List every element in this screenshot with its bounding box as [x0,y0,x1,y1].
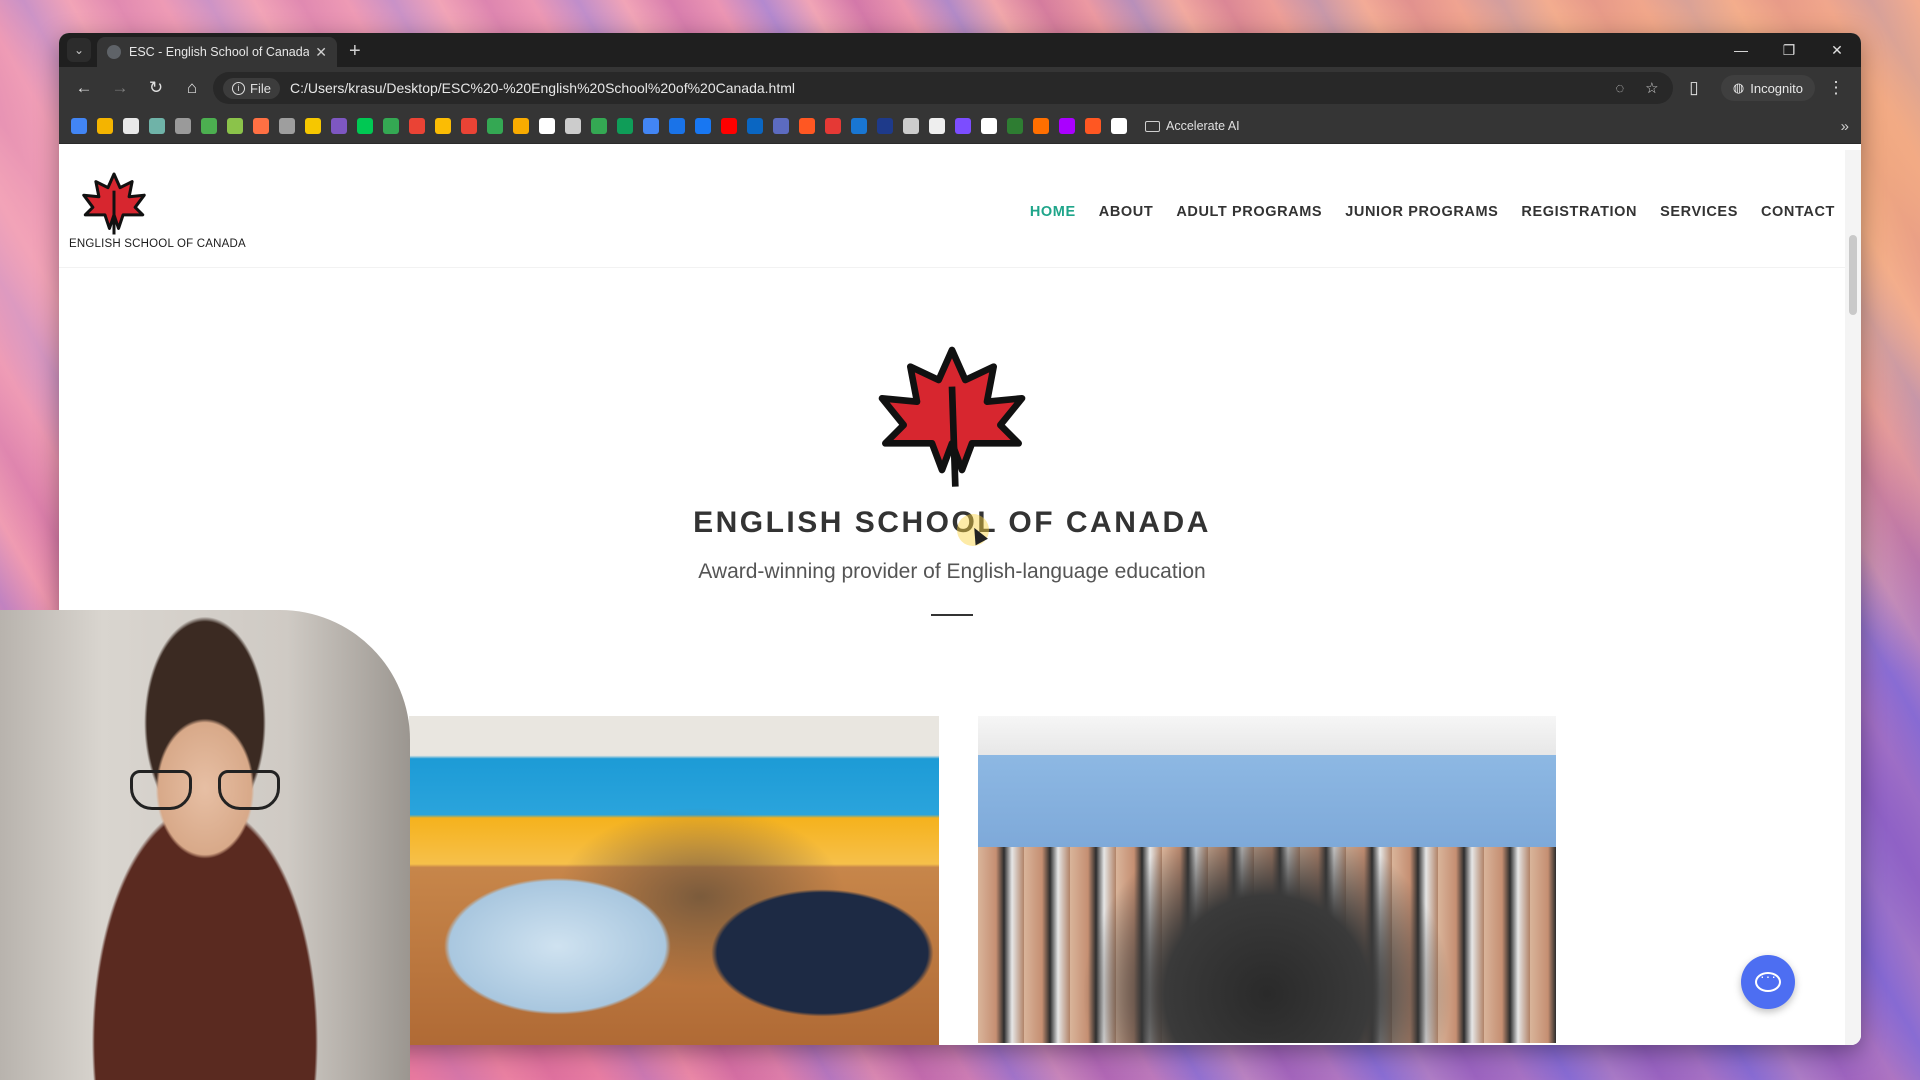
bookmark-icon-28[interactable] [773,118,789,134]
bookmark-icon-25[interactable] [695,118,711,134]
bookmark-icon-40[interactable] [1085,118,1101,134]
tab-search-button[interactable]: ⌄ [67,38,91,62]
chat-button[interactable] [1741,955,1795,1009]
bookmark-folder-label: Accelerate AI [1166,119,1240,133]
bookmark-icon-13[interactable] [383,118,399,134]
nav-about[interactable]: ABOUT [1099,204,1154,220]
bookmark-icon-17[interactable] [487,118,503,134]
file-label: File [250,80,271,96]
site-logo[interactable]: ENGLISH SCHOOL OF CANADA [69,168,246,250]
bookmark-icon-22[interactable] [617,118,633,134]
window-controls: — ❐ ✕ [1717,33,1861,67]
nav-junior-programs[interactable]: JUNIOR PROGRAMS [1345,204,1498,220]
group-photo [978,716,1556,1043]
hero-subtitle: Award-winning provider of English-langua… [698,560,1206,583]
bookmark-icon-6[interactable] [201,118,217,134]
bookmark-icon-26[interactable] [721,118,737,134]
bookmark-icon-24[interactable] [669,118,685,134]
bookmark-icon-20[interactable] [565,118,581,134]
bookmarks-overflow-icon[interactable]: » [1841,118,1849,135]
tab-strip: ⌄ ESC - English School of Canada ✕ + — ❐… [59,33,1861,67]
bookmark-icon-23[interactable] [643,118,659,134]
bookmark-folder-accelerate-ai[interactable]: Accelerate AI [1145,119,1240,133]
bookmark-icon-36[interactable] [981,118,997,134]
new-tab-button[interactable]: + [349,40,361,63]
bookmark-icon-8[interactable] [253,118,269,134]
bookmark-icon-1[interactable] [71,118,87,134]
close-tab-icon[interactable]: ✕ [315,44,327,61]
maple-leaf-hero-icon [878,346,1026,487]
nav-services[interactable]: SERVICES [1660,204,1738,220]
bookmark-icon-34[interactable] [929,118,945,134]
eye-slash-icon[interactable]: ◌ [1609,80,1631,97]
bookmark-icon-39[interactable] [1059,118,1075,134]
info-icon: i [232,81,245,95]
bookmark-icon-31[interactable] [851,118,867,134]
bookmark-icon-30[interactable] [825,118,841,134]
bookmark-icon-4[interactable] [149,118,165,134]
bookmark-icon-29[interactable] [799,118,815,134]
scrollbar-thumb[interactable] [1849,235,1857,315]
hero-section: ENGLISH SCHOOL OF CANADA Award-winning p… [59,340,1845,616]
page-scrollbar[interactable] [1845,150,1861,1045]
webcam-overlay [0,610,410,1080]
chat-bubble-icon [1755,968,1781,992]
bookmark-icon-37[interactable] [1007,118,1023,134]
bookmark-icon-9[interactable] [279,118,295,134]
nav-home[interactable]: HOME [1030,204,1076,220]
bookmark-icon-27[interactable] [747,118,763,134]
site-info-chip[interactable]: i File [223,77,280,99]
star-icon[interactable]: ☆ [1641,79,1663,97]
nav-adult-programs[interactable]: ADULT PROGRAMS [1176,204,1322,220]
bookmark-icon-5[interactable] [175,118,191,134]
bookmark-icon-3[interactable] [123,118,139,134]
bookmark-icon-16[interactable] [461,118,477,134]
bookmark-icon-11[interactable] [331,118,347,134]
bookmark-icon-32[interactable] [877,118,893,134]
minimize-button[interactable]: — [1717,33,1765,67]
nav-contact[interactable]: CONTACT [1761,204,1835,220]
main-navigation: HOME ABOUT ADULT PROGRAMS JUNIOR PROGRAM… [1030,204,1835,220]
bookmark-icon-12[interactable] [357,118,373,134]
globe-icon [107,45,121,59]
bookmark-icon-35[interactable] [955,118,971,134]
classroom-photo [409,716,939,1045]
bookmark-icon-7[interactable] [227,118,243,134]
browser-toolbar: ← → ↻ ⌂ i File C:/Users/krasu/Desktop/ES… [59,67,1861,109]
side-panel-icon[interactable]: ▯ [1679,73,1709,103]
folder-icon [1145,120,1160,132]
incognito-indicator[interactable]: ◍ Incognito [1720,75,1815,101]
bookmark-icon-18[interactable] [513,118,529,134]
hero-divider [931,614,973,616]
bookmark-icon-21[interactable] [591,118,607,134]
bookmarks-bar: Accelerate AI » [59,109,1861,144]
bookmark-icon-14[interactable] [409,118,425,134]
more-menu-icon[interactable]: ⋮ [1821,73,1851,103]
bookmark-icon-2[interactable] [97,118,113,134]
url-text[interactable]: C:/Users/krasu/Desktop/ESC%20-%20English… [290,80,1599,96]
close-window-button[interactable]: ✕ [1813,33,1861,67]
brand-name: ENGLISH SCHOOL OF CANADA [69,237,246,250]
presenter-glasses [130,770,280,810]
bookmark-icon-41[interactable] [1111,118,1127,134]
bookmark-icon-19[interactable] [539,118,555,134]
address-bar[interactable]: i File C:/Users/krasu/Desktop/ESC%20-%20… [213,72,1673,104]
home-button[interactable]: ⌂ [177,73,207,103]
maple-leaf-logo-icon [82,172,146,234]
bookmark-icon-15[interactable] [435,118,451,134]
restore-button[interactable]: ❐ [1765,33,1813,67]
incognito-label: Incognito [1750,80,1803,96]
incognito-icon: ◍ [1732,80,1745,95]
forward-button[interactable]: → [105,73,135,103]
bookmark-icon-10[interactable] [305,118,321,134]
back-button[interactable]: ← [69,73,99,103]
bookmark-icon-33[interactable] [903,118,919,134]
site-header: ENGLISH SCHOOL OF CANADA HOME ABOUT ADUL… [59,150,1861,268]
bookmark-icon-38[interactable] [1033,118,1049,134]
tab-title: ESC - English School of Canada [129,45,310,59]
reload-button[interactable]: ↻ [141,73,171,103]
tab-active[interactable]: ESC - English School of Canada ✕ [97,37,337,67]
nav-registration[interactable]: REGISTRATION [1521,204,1637,220]
hero-title: ENGLISH SCHOOL OF CANADA [693,506,1211,539]
